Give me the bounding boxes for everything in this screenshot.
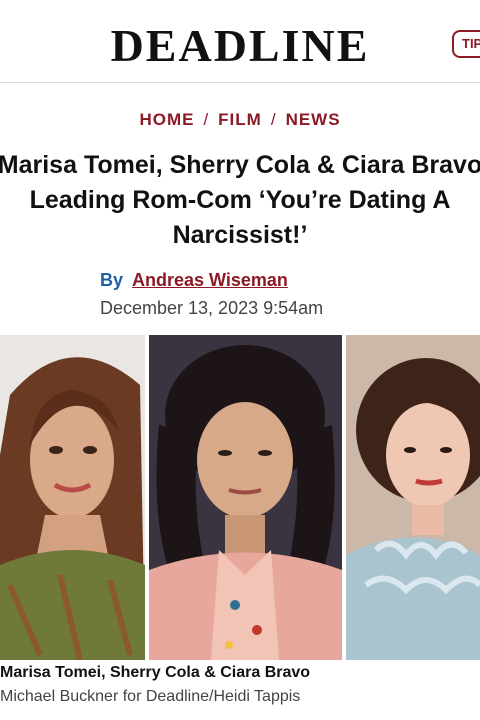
byline-prefix: By xyxy=(100,270,124,290)
photo-ciara-bravo xyxy=(346,335,480,660)
author-link[interactable]: Andreas Wiseman xyxy=(132,270,288,290)
breadcrumb-news[interactable]: NEWS xyxy=(286,110,341,129)
breadcrumb-home[interactable]: HOME xyxy=(139,110,194,129)
site-logo[interactable]: DEADLINE xyxy=(0,20,480,72)
photo-sherry-cola xyxy=(149,335,342,660)
publish-date: December 13, 2023 9:54am xyxy=(100,298,324,318)
article-headline: Marisa Tomei, Sherry Cola & Ciara Bravo … xyxy=(0,148,480,253)
headline-line-3: Narcissist!’ xyxy=(172,221,308,249)
breadcrumb-film[interactable]: FILM xyxy=(218,110,262,129)
image-credit: Michael Buckner for Deadline/Heidi Tappi… xyxy=(0,688,301,705)
breadcrumb: HOME / FILM / NEWS xyxy=(139,110,341,129)
tip-button[interactable]: TIP xyxy=(452,30,480,58)
byline: By Andreas Wiseman xyxy=(100,270,288,291)
headline-line-1: Marisa Tomei, Sherry Cola & Ciara Bravo xyxy=(0,151,480,179)
image-caption: Marisa Tomei, Sherry Cola & Ciara Bravo xyxy=(0,664,311,681)
photo-marisa-tomei xyxy=(0,335,145,660)
headline-line-2: Leading Rom-Com ‘You’re Dating A xyxy=(29,186,451,214)
site-header: DEADLINE TIP xyxy=(0,0,480,83)
article-image[interactable] xyxy=(0,335,480,660)
